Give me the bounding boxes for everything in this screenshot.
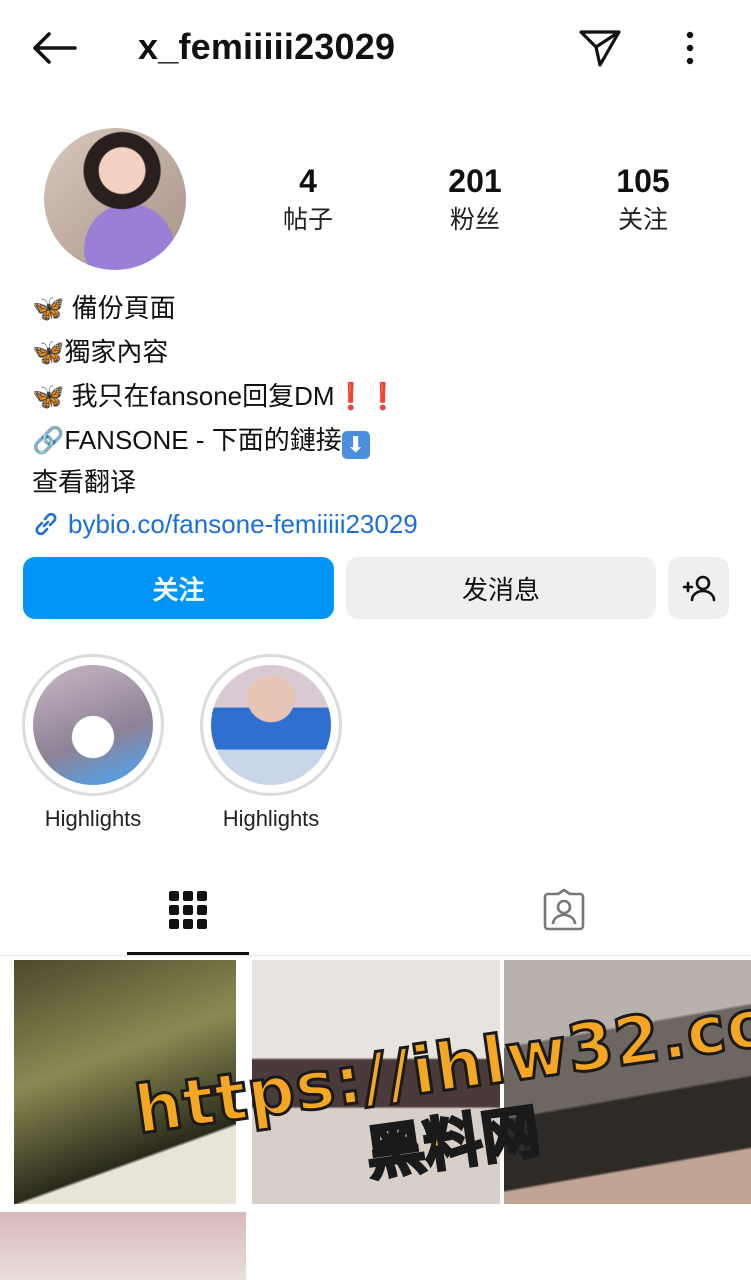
stat-posts-label: 帖子 — [282, 206, 333, 234]
stat-followers-value: 201 — [448, 163, 502, 199]
bio-line-4: 🔗FANSONE - 下面的鏈接 ⬇ — [32, 418, 732, 462]
profile-bio: 🦋 備份頁面 🦋獨家內容 🦋 我只在fansone回复DM❗❗ 🔗FANSONE… — [32, 286, 732, 546]
suggested-users-button[interactable] — [668, 557, 729, 619]
highlight-ring — [200, 654, 342, 796]
paper-plane-icon — [579, 30, 621, 67]
profile-tabs — [0, 866, 751, 956]
highlight-cover-image — [33, 665, 153, 785]
bio-line-3: 🦋 我只在fansone回复DM❗❗ — [32, 374, 732, 418]
active-tab-indicator — [127, 952, 249, 955]
bio-line-2: 🦋獨家內容 — [32, 337, 169, 367]
highlight-ring — [22, 654, 164, 796]
bio-line-1: 🦋 備份頁面 — [32, 293, 176, 323]
profile-actions: 关注 发消息 — [23, 557, 729, 619]
see-translation-link[interactable]: 查看翻译 — [32, 462, 732, 502]
tagged-person-icon — [543, 888, 585, 931]
stat-following-value: 105 — [616, 163, 670, 199]
stat-following[interactable]: 105 关注 — [583, 160, 703, 238]
profile-stats: 4 帖子 201 粉丝 105 关注 — [226, 160, 726, 250]
story-highlights: Highlights Highlights — [22, 654, 722, 834]
tab-posts-grid[interactable] — [127, 866, 249, 954]
grid-icon — [169, 891, 207, 929]
send-message-button[interactable] — [574, 22, 626, 74]
follow-button[interactable]: 关注 — [23, 557, 334, 619]
back-button[interactable] — [28, 22, 80, 74]
highlight-label: Highlights — [44, 806, 142, 831]
stat-following-label: 关注 — [617, 206, 668, 234]
more-options-button[interactable] — [664, 22, 716, 74]
add-user-icon — [682, 575, 715, 602]
top-bar: x_femiiiii23029 — [0, 0, 751, 96]
bio-external-link[interactable]: bybio.co/fansone-femiiiii23029 — [32, 502, 732, 546]
arrow-left-icon — [33, 32, 77, 64]
tab-tagged[interactable] — [503, 866, 625, 954]
stat-followers-label: 粉丝 — [449, 206, 500, 234]
stat-followers[interactable]: 201 粉丝 — [415, 160, 535, 238]
profile-username: x_femiiiii23029 — [138, 26, 396, 67]
highlight-label: Highlights — [222, 806, 320, 831]
profile-avatar[interactable] — [44, 128, 186, 270]
highlight-item[interactable]: Highlights — [22, 654, 164, 832]
bio-line-4-text: 🔗FANSONE - 下面的鏈接 — [32, 425, 342, 455]
bio-link-text: bybio.co/fansone-femiiiii23029 — [68, 509, 418, 539]
highlight-item[interactable]: Highlights — [200, 654, 342, 832]
stat-posts-value: 4 — [299, 163, 317, 199]
exclamation-icons: ❗❗ — [334, 381, 400, 411]
stat-posts[interactable]: 4 帖子 — [248, 160, 368, 238]
link-icon — [35, 512, 57, 536]
more-vertical-icon — [686, 31, 694, 65]
bio-line-3-text: 🦋 我只在fansone回复DM — [32, 381, 335, 411]
down-arrow-icon: ⬇ — [341, 431, 370, 459]
message-button[interactable]: 发消息 — [346, 557, 656, 619]
highlight-cover-image — [211, 665, 331, 785]
